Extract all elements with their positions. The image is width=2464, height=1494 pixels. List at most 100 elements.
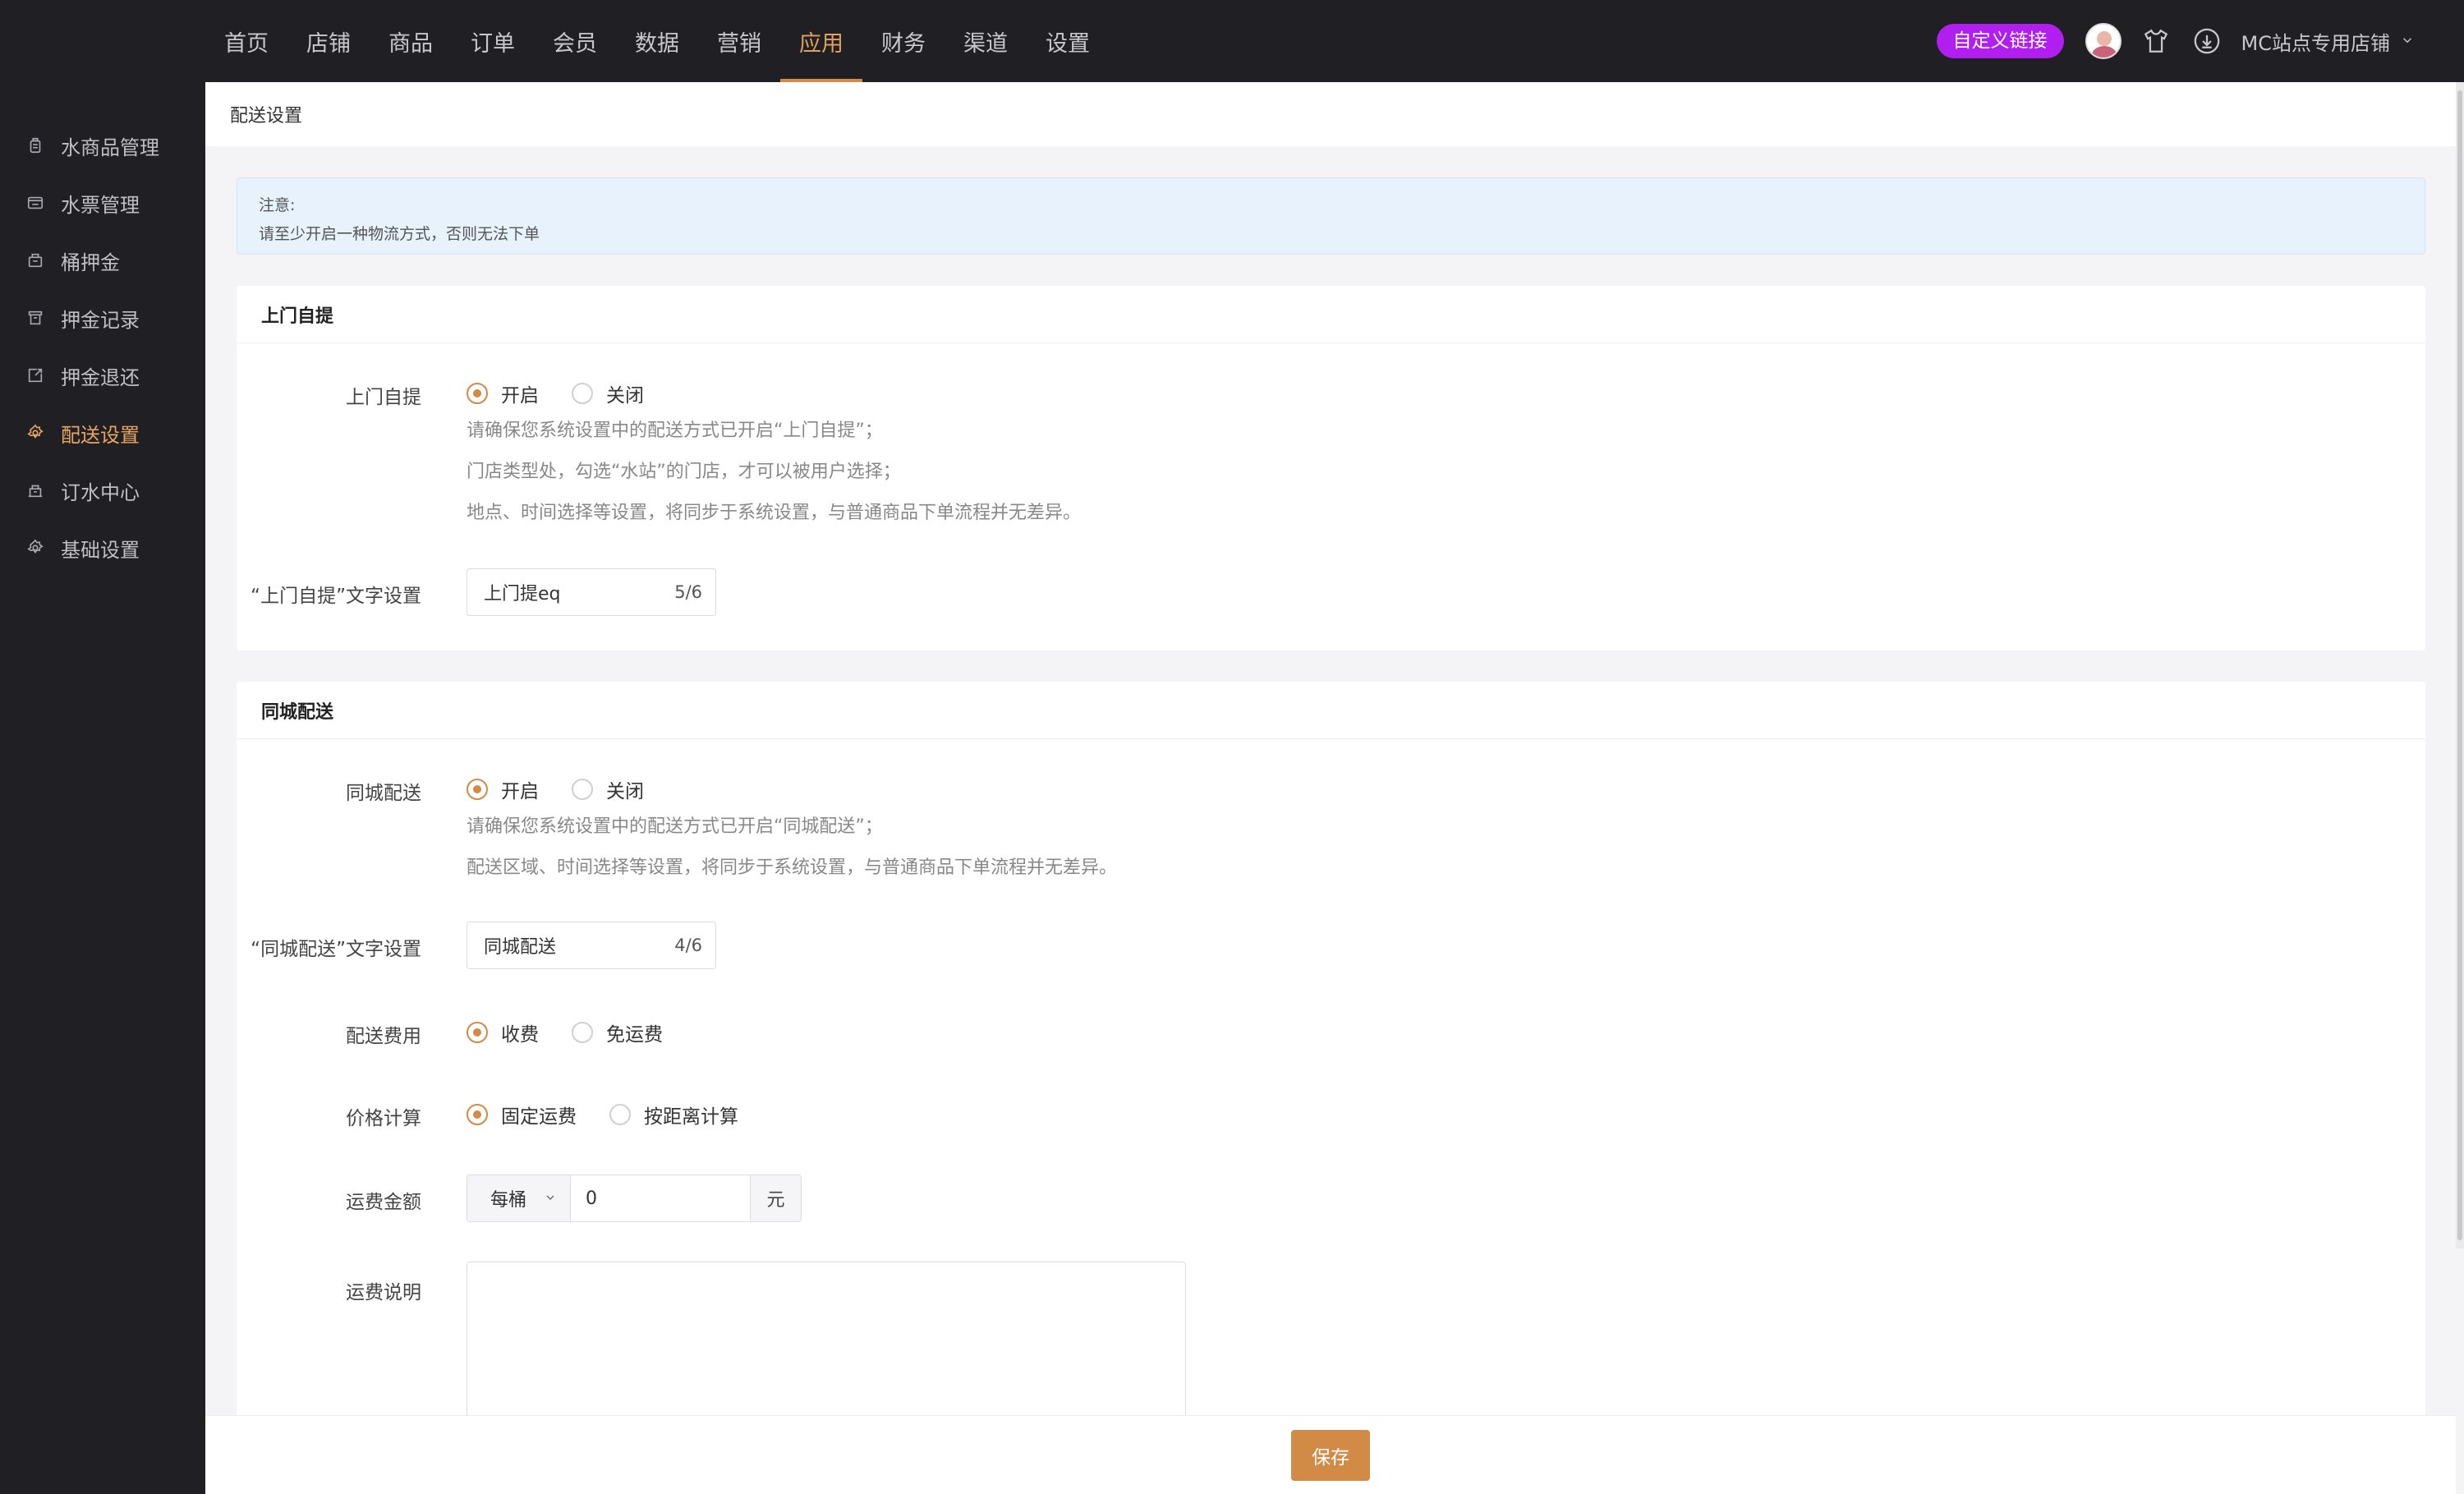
price-distance-radio[interactable]: 按距离计算 <box>609 1101 738 1129</box>
fee-free-radio[interactable]: 免运费 <box>572 1018 663 1046</box>
input-value: 同城配送 <box>484 937 557 958</box>
radio-dot <box>467 383 488 404</box>
sidebar-item-delivery-settings[interactable]: 配送设置 <box>0 404 205 462</box>
nav-finance[interactable]: 财务 <box>862 0 945 82</box>
price-fixed-radio[interactable]: 固定运费 <box>467 1101 577 1129</box>
top-right-tools: 自定义链接 MC站点专用店铺 <box>1936 0 2415 82</box>
radio-label: 开启 <box>501 385 539 407</box>
radio-dot <box>467 779 488 800</box>
nav-store[interactable]: 店铺 <box>287 0 370 82</box>
field-label: “同城配送”文字设置 <box>251 939 421 960</box>
field-label: “上门自提”文字设置 <box>251 586 421 607</box>
sidebar-item-basic-settings[interactable]: 基础设置 <box>0 519 205 577</box>
fee-desc-textarea[interactable] <box>467 1262 1186 1426</box>
sidebar-item-label: 配送设置 <box>61 423 140 447</box>
field-label: 运费说明 <box>346 1282 421 1303</box>
main-content: 配送设置 注意: 请至少开启一种物流方式，否则无法下单 上门自提 上门自提 开启… <box>205 82 2464 1494</box>
fee-amount-input[interactable]: 0 <box>571 1175 750 1221</box>
field-label: 运费金额 <box>346 1192 421 1213</box>
ticket-icon <box>25 192 46 214</box>
radio-label: 关闭 <box>606 781 644 802</box>
radio-dot <box>467 1022 488 1043</box>
custom-link-button[interactable]: 自定义链接 <box>1936 24 2064 58</box>
footer-bar: 保存 <box>205 1415 2456 1494</box>
sidebar-item-label: 基础设置 <box>61 538 140 562</box>
price-calc-radio-group: 固定运费 按距离计算 <box>467 1101 771 1129</box>
nav-marketing[interactable]: 营销 <box>698 0 780 82</box>
pickup-off-radio[interactable]: 关闭 <box>572 379 644 407</box>
shirt-icon[interactable] <box>2140 25 2172 57</box>
char-count: 5/6 <box>674 582 702 602</box>
fee-charge-radio[interactable]: 收费 <box>467 1018 539 1046</box>
bucket-icon <box>25 250 46 271</box>
local-delivery-card: 同城配送 同城配送 开启 关闭 请确保您系统设置中的配送方式已开启“同城配送”；… <box>237 682 2425 1494</box>
avatar[interactable] <box>2085 23 2122 59</box>
sidebar: 水商品管理 水票管理 桶押金 押金记录 押金退还 配送设置 订水中心 基础设置 <box>0 82 205 1494</box>
nav-members[interactable]: 会员 <box>534 0 616 82</box>
local-text-input[interactable]: 同城配送 4/6 <box>467 922 716 969</box>
char-count: 4/6 <box>674 935 702 955</box>
fee-type-radio-group: 收费 免运费 <box>467 1018 696 1046</box>
notice-title: 注意: <box>259 196 296 214</box>
radio-label: 收费 <box>501 1024 539 1046</box>
radio-dot <box>467 1104 488 1125</box>
radio-label: 固定运费 <box>501 1106 577 1128</box>
center-icon <box>25 480 46 501</box>
sidebar-item-label: 桶押金 <box>61 251 120 274</box>
record-icon <box>25 307 46 329</box>
sidebar-item-water-center[interactable]: 订水中心 <box>0 462 205 519</box>
pickup-text-input[interactable]: 上门提eq 5/6 <box>467 568 716 616</box>
page-title: 配送设置 <box>205 82 2456 146</box>
top-bar: 首页 店铺 商品 订单 会员 数据 营销 应用 财务 渠道 设置 自定义链接 M… <box>0 0 2464 82</box>
sidebar-item-bucket-deposit[interactable]: 桶押金 <box>0 232 205 289</box>
nav-goods[interactable]: 商品 <box>370 0 452 82</box>
field-label: 价格计算 <box>346 1108 421 1129</box>
bottle-icon <box>25 135 46 156</box>
nav-apps[interactable]: 应用 <box>780 0 862 82</box>
radio-label: 关闭 <box>606 385 644 407</box>
sidebar-item-deposit-record[interactable]: 押金记录 <box>0 289 205 347</box>
sidebar-item-label: 水票管理 <box>61 193 140 217</box>
save-button[interactable]: 保存 <box>1291 1429 1370 1481</box>
top-nav: 首页 店铺 商品 订单 会员 数据 营销 应用 财务 渠道 设置 <box>205 0 1109 82</box>
field-label: 上门自提 <box>346 387 421 408</box>
fee-currency-unit: 元 <box>750 1175 801 1221</box>
download-icon[interactable] <box>2190 25 2223 57</box>
radio-label: 按距离计算 <box>644 1106 738 1128</box>
gear-icon <box>25 422 46 444</box>
nav-home[interactable]: 首页 <box>205 0 287 82</box>
nav-data[interactable]: 数据 <box>616 0 698 82</box>
pickup-on-radio[interactable]: 开启 <box>467 379 539 407</box>
nav-settings[interactable]: 设置 <box>1027 0 1109 82</box>
sidebar-item-water-ticket[interactable]: 水票管理 <box>0 174 205 232</box>
store-name-label: MC站点专用店铺 <box>2241 31 2390 55</box>
radio-dot <box>609 1104 631 1125</box>
radio-label: 开启 <box>501 781 539 802</box>
sidebar-item-deposit-refund[interactable]: 押金退还 <box>0 347 205 404</box>
field-label: 配送费用 <box>346 1026 421 1047</box>
local-on-radio[interactable]: 开启 <box>467 775 539 803</box>
notice-text: 请至少开启一种物流方式，否则无法下单 <box>259 225 540 243</box>
scrollbar-thumb[interactable] <box>2457 90 2462 1240</box>
hint-text: 请确保您系统设置中的配送方式已开启“上门自提”； <box>467 421 883 441</box>
pickup-radio-group: 开启 关闭 请确保您系统设置中的配送方式已开启“上门自提”； 门店类型处，勾选“… <box>467 379 1081 534</box>
chevron-down-icon <box>544 1188 557 1209</box>
fee-amount-group: 每桶 0 元 <box>467 1175 802 1222</box>
sidebar-item-water-goods[interactable]: 水商品管理 <box>0 117 205 174</box>
pickup-card: 上门自提 上门自提 开启 关闭 请确保您系统设置中的配送方式已开启“上门自提”；… <box>237 286 2425 650</box>
local-off-radio[interactable]: 关闭 <box>572 775 644 803</box>
gear-icon <box>25 537 46 559</box>
nav-channels[interactable]: 渠道 <box>945 0 1027 82</box>
sidebar-item-label: 押金退还 <box>61 365 140 389</box>
radio-dot <box>572 383 593 404</box>
hint-text: 门店类型处，勾选“水站”的门店，才可以被用户选择； <box>467 462 901 482</box>
fee-unit-select[interactable]: 每桶 <box>467 1175 571 1221</box>
select-value: 每桶 <box>490 1190 527 1211</box>
store-switcher[interactable]: MC站点专用店铺 <box>2241 27 2415 56</box>
hint-text: 请确保您系统设置中的配送方式已开启“同城配送”； <box>467 816 883 837</box>
hint-text: 地点、时间选择等设置，将同步于系统设置，与普通商品下单流程并无差异。 <box>467 503 1082 523</box>
nav-orders[interactable]: 订单 <box>452 0 534 82</box>
sidebar-item-label: 押金记录 <box>61 308 140 332</box>
notice-box: 注意: 请至少开启一种物流方式，否则无法下单 <box>237 177 2425 255</box>
